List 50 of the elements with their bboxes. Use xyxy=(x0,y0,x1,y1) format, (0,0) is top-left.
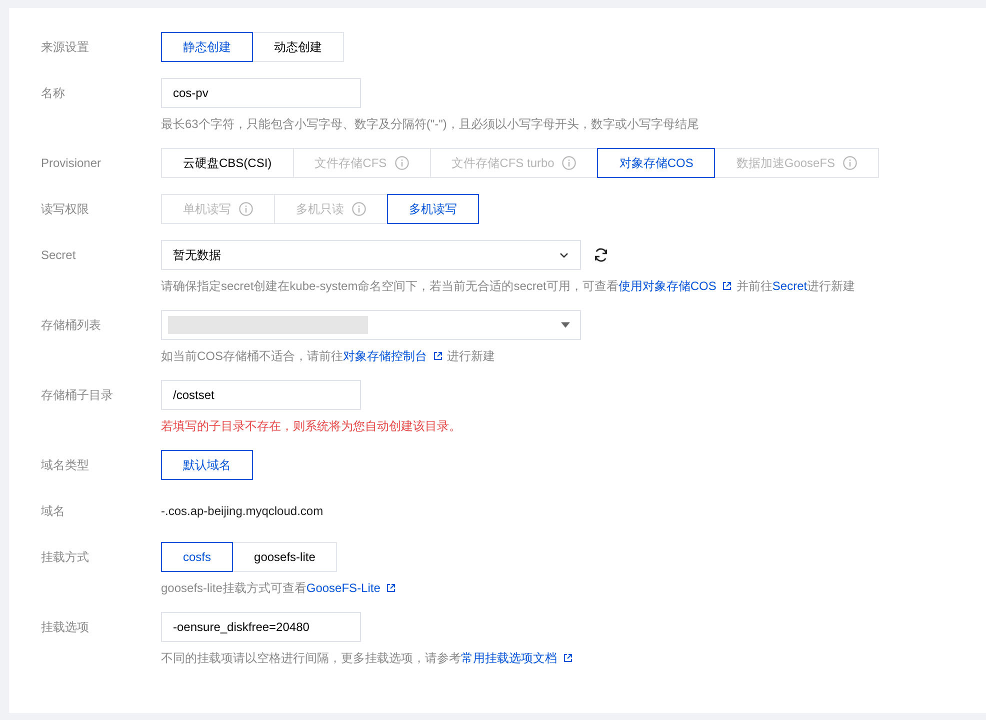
help-text: 进行新建 xyxy=(447,349,496,363)
field-label: 读写权限 xyxy=(41,201,90,218)
help-link[interactable]: 对象存储控制台 xyxy=(343,349,448,363)
external-link-icon xyxy=(386,583,396,593)
help-text: 如当前COS存储桶不适合，请前往 xyxy=(161,349,344,363)
info-icon xyxy=(843,156,858,170)
segment-option[interactable]: 对象存储COS xyxy=(597,148,716,178)
select-field[interactable] xyxy=(161,310,581,340)
info-icon xyxy=(394,156,409,170)
dropdown-triangle-icon xyxy=(561,322,570,328)
segment-option[interactable]: goosefs-lite xyxy=(232,542,338,572)
info-icon xyxy=(562,156,576,170)
help-text: 不同的挂载项请以空格进行间隔，更多挂载选项，请参考 xyxy=(161,651,461,665)
field-label: 域名类型 xyxy=(41,457,90,474)
help-text: 请确保指定secret创建在kube-system命名空间下，若当前无合适的secret可用，可查看 xyxy=(161,279,618,293)
field-label: 挂载选项 xyxy=(41,619,90,636)
help-link[interactable]: 使用对象存储COS xyxy=(618,279,736,293)
field-label: 存储桶列表 xyxy=(41,317,102,334)
info-icon xyxy=(239,202,253,216)
field-label: 名称 xyxy=(41,85,66,102)
segment-option[interactable]: 云硬盘CBS(CSI) xyxy=(161,148,294,178)
field-label: 存储桶子目录 xyxy=(41,387,114,404)
help-text: goosefs-lite挂载方式可查看 xyxy=(161,581,306,595)
external-link-icon xyxy=(722,281,732,291)
help-link[interactable]: GooseFS-Lite xyxy=(306,581,400,595)
external-link-icon xyxy=(433,351,444,361)
field-label: 挂载方式 xyxy=(41,549,90,566)
help-link[interactable]: Secret xyxy=(772,279,808,293)
select-field[interactable]: 暂无数据 xyxy=(161,240,581,270)
help-link[interactable]: 常用挂载选项文档 xyxy=(461,651,577,665)
segment-option[interactable]: 默认域名 xyxy=(161,450,253,480)
segment-option[interactable]: 多机读写 xyxy=(387,194,479,224)
segment-option[interactable]: 动态创建 xyxy=(252,32,344,62)
text-input[interactable]: cos-pv xyxy=(161,78,361,108)
external-link-icon xyxy=(563,653,573,663)
info-icon xyxy=(352,202,366,216)
help-text: 进行新建 xyxy=(807,279,856,293)
text-input[interactable]: /costset xyxy=(161,380,361,410)
help-text: 若填写的子目录不存在，则系统将为您自动创建该目录。 xyxy=(161,419,461,433)
segment-option[interactable]: cosfs xyxy=(161,542,234,572)
field-label: Provisioner xyxy=(41,155,102,172)
field-label: Secret xyxy=(41,247,77,264)
refresh-icon[interactable] xyxy=(593,247,609,263)
field-label: 域名 xyxy=(41,503,66,520)
help-text: 最长63个字符，只能包含小写字母、数字及分隔符("-")，且必须以小写字母开头，数字或小写字母结尾 xyxy=(161,117,699,131)
field-value: -.cos.ap-beijing.myqcloud.com xyxy=(161,503,324,520)
segment-option[interactable]: 静态创建 xyxy=(161,32,253,62)
help-text: 并前往 xyxy=(736,279,772,293)
field-label: 来源设置 xyxy=(41,39,90,56)
text-input[interactable]: -oensure_diskfree=20480 xyxy=(161,612,361,642)
